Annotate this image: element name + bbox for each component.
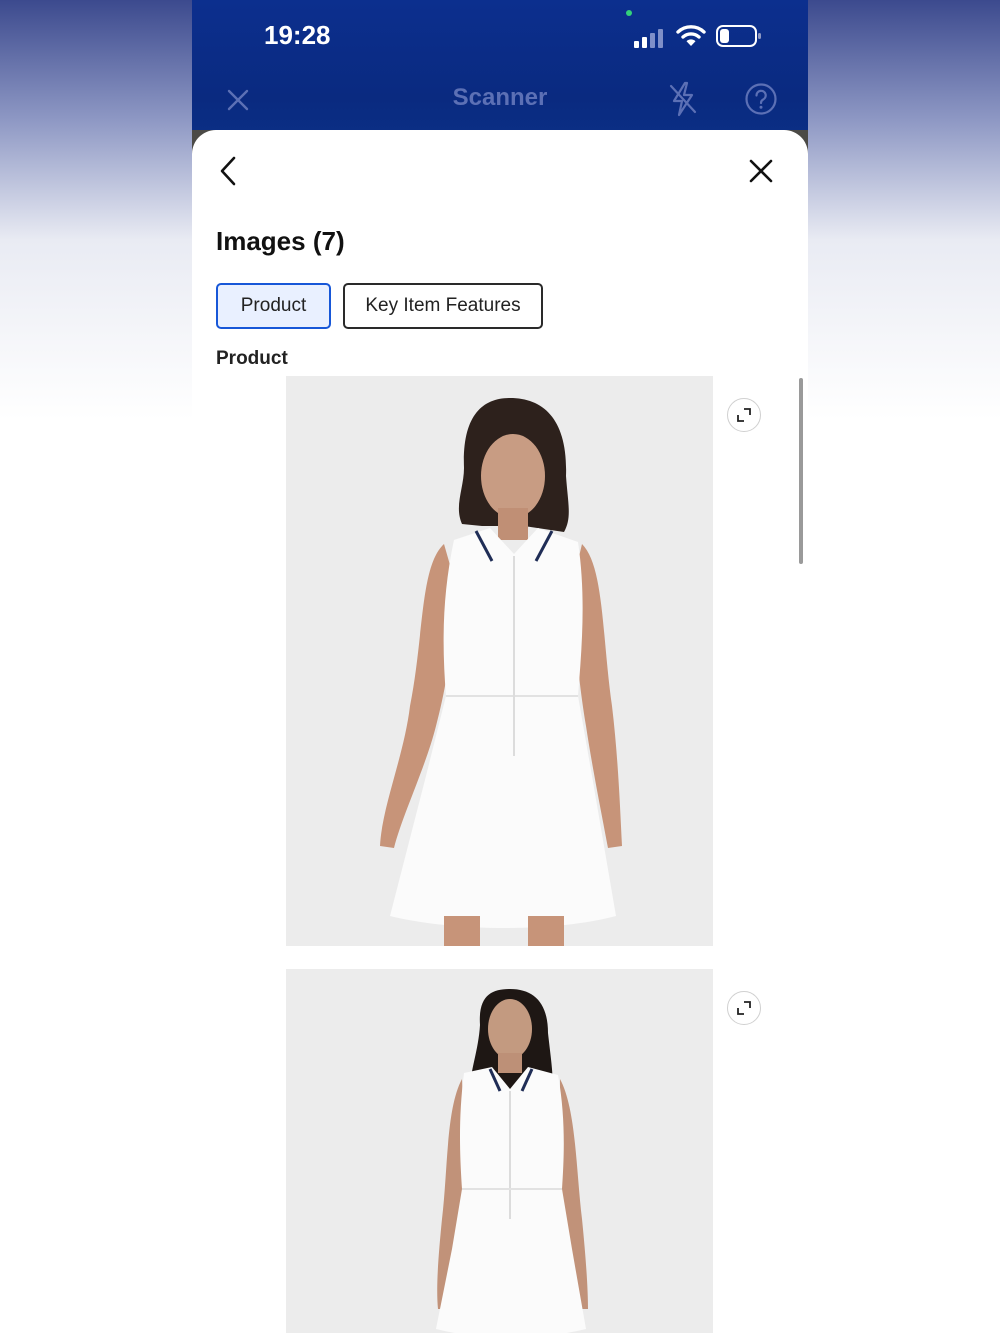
scrollbar[interactable] <box>799 378 803 564</box>
battery-icon <box>716 25 761 47</box>
wifi-icon <box>676 25 706 46</box>
dress-photo <box>286 969 713 1333</box>
images-sheet: Images (7) Product Key Item Features Pro… <box>192 130 808 1333</box>
tab-label: Key Item Features <box>365 295 521 316</box>
app-title: Scanner <box>452 84 548 111</box>
dress-photo <box>286 376 713 946</box>
section-label: Product <box>216 348 288 369</box>
tab-product[interactable]: Product <box>216 283 331 329</box>
phone-screen: 19:28 Scanner Images (7) Product Key Ite… <box>192 0 808 1333</box>
privacy-indicator <box>626 10 632 16</box>
help-icon[interactable] <box>744 82 778 116</box>
flash-off-icon[interactable] <box>666 80 700 118</box>
close-icon[interactable] <box>746 156 776 186</box>
expand-icon <box>737 408 751 422</box>
product-image[interactable] <box>286 376 713 946</box>
product-image[interactable] <box>286 969 713 1333</box>
chevron-left-icon[interactable] <box>214 154 244 188</box>
expand-image-button[interactable] <box>727 398 761 432</box>
signal-icon <box>634 29 663 48</box>
expand-icon <box>737 1001 751 1015</box>
sheet-title: Images (7) <box>216 226 345 256</box>
app-bar: 19:28 Scanner <box>192 0 808 140</box>
tab-key-item-features[interactable]: Key Item Features <box>343 283 543 329</box>
expand-image-button[interactable] <box>727 991 761 1025</box>
status-time: 19:28 <box>264 20 331 50</box>
tab-label: Product <box>240 295 307 316</box>
